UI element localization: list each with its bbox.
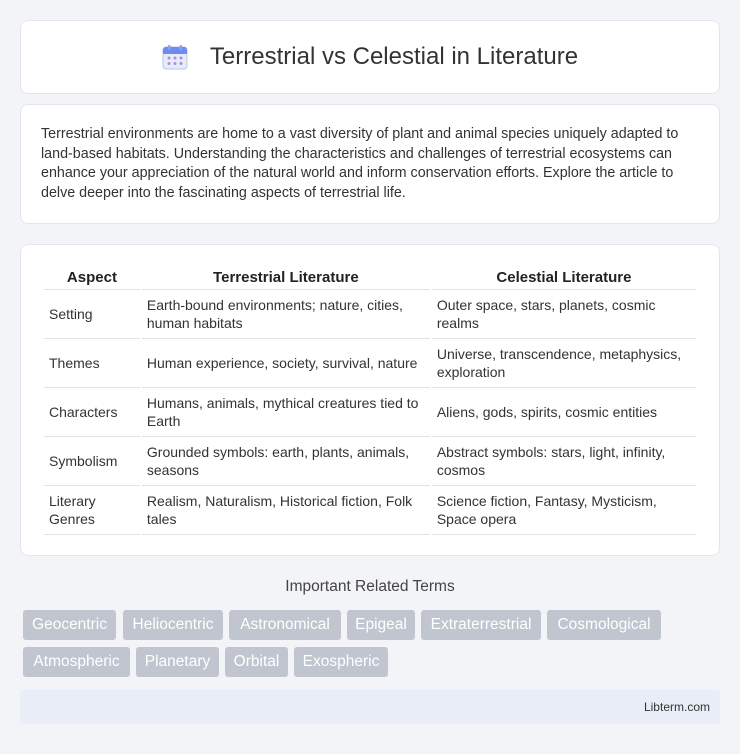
row-celestial: Aliens, gods, spirits, cosmic entities (431, 388, 696, 437)
related-terms-title: Important Related Terms (285, 578, 455, 595)
tag-atmospheric[interactable]: Atmospheric (23, 647, 130, 677)
row-celestial: Science fiction, Fantasy, Mysticism, Spa… (431, 486, 696, 535)
tag-planetary[interactable]: Planetary (136, 647, 219, 677)
table-row: Setting Earth-bound environments; nature… (44, 290, 696, 339)
row-terrestrial: Earth-bound environments; nature, cities… (141, 290, 430, 339)
row-terrestrial: Grounded symbols: earth, plants, animals… (141, 437, 430, 486)
footer: Libterm.com (20, 690, 720, 724)
table-card: Aspect Terrestrial Literature Celestial … (20, 244, 720, 556)
row-terrestrial: Realism, Naturalism, Historical fiction,… (141, 486, 430, 535)
tag-epigeal[interactable]: Epigeal (347, 610, 415, 640)
header-terrestrial: Terrestrial Literature (141, 265, 430, 290)
tag-orbital[interactable]: Orbital (225, 647, 288, 677)
tag-extraterrestrial[interactable]: Extraterrestrial (421, 610, 541, 640)
comparison-table: Aspect Terrestrial Literature Celestial … (42, 265, 698, 535)
row-terrestrial: Human experience, society, survival, nat… (141, 339, 430, 388)
header-aspect: Aspect (44, 265, 140, 290)
table-row: Themes Human experience, society, surviv… (44, 339, 696, 388)
table-header-row: Aspect Terrestrial Literature Celestial … (44, 265, 696, 290)
footer-link[interactable]: Libterm.com (644, 700, 710, 714)
tag-exospheric[interactable]: Exospheric (294, 647, 388, 677)
intro-text: Terrestrial environments are home to a v… (41, 126, 679, 201)
table-row: Characters Humans, animals, mythical cre… (44, 388, 696, 437)
row-aspect: Literary Genres (44, 486, 140, 535)
row-celestial: Abstract symbols: stars, light, infinity… (431, 437, 696, 486)
calendar-icon (162, 44, 188, 70)
tag-astronomical[interactable]: Astronomical (229, 610, 341, 640)
table-row: Literary Genres Realism, Naturalism, His… (44, 486, 696, 535)
row-aspect: Themes (44, 339, 140, 388)
page-title: Terrestrial vs Celestial in Literature (209, 43, 579, 70)
header-card: Terrestrial vs Celestial in Literature (20, 20, 720, 94)
tag-heliocentric[interactable]: Heliocentric (123, 610, 223, 640)
intro-card: Terrestrial environments are home to a v… (20, 104, 720, 224)
row-celestial: Universe, transcendence, metaphysics, ex… (431, 339, 696, 388)
header-celestial: Celestial Literature (431, 265, 696, 290)
row-celestial: Outer space, stars, planets, cosmic real… (431, 290, 696, 339)
row-aspect: Setting (44, 290, 140, 339)
tag-cosmological[interactable]: Cosmological (547, 610, 661, 640)
table-row: Symbolism Grounded symbols: earth, plant… (44, 437, 696, 486)
title-wrap: Terrestrial vs Celestial in Literature (162, 43, 578, 71)
row-aspect: Symbolism (44, 437, 140, 486)
row-terrestrial: Humans, animals, mythical creatures tied… (141, 388, 430, 437)
row-aspect: Characters (44, 388, 140, 437)
tag-geocentric[interactable]: Geocentric (23, 610, 116, 640)
